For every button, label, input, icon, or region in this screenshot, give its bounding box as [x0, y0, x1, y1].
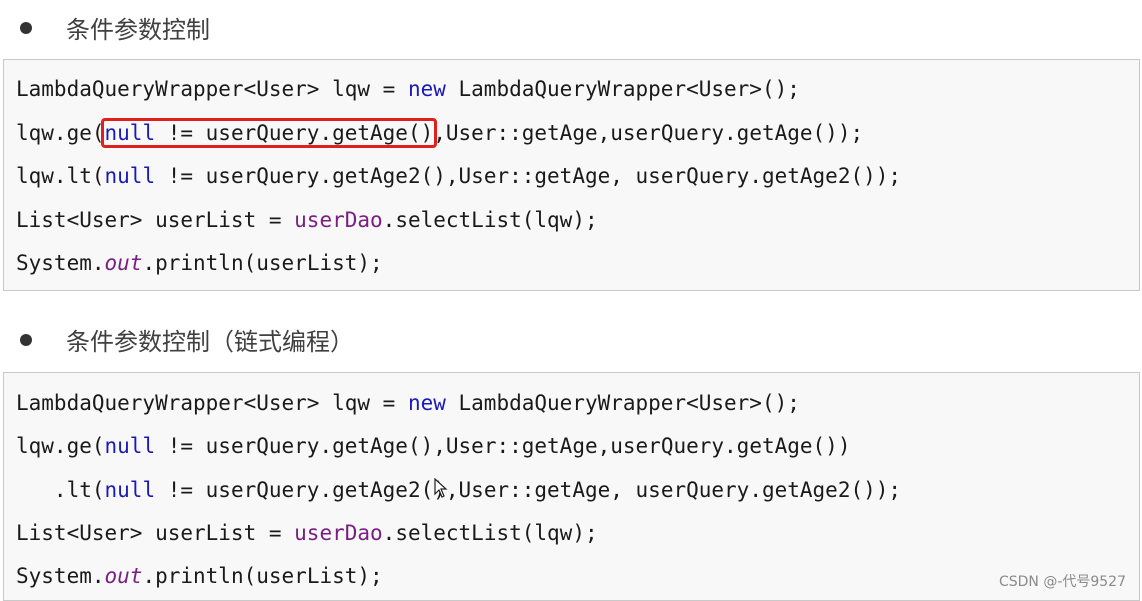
code-text: LambdaQueryWrapper<User>();	[445, 391, 800, 415]
highlight-box: null != userQuery.getAge()	[100, 118, 438, 148]
code-text: != userQuery.getAge2(),User::getAge, use…	[155, 478, 902, 502]
code-keyword: null	[104, 478, 156, 502]
code-text: ,User::getAge,userQuery.getAge());	[433, 121, 864, 145]
code-text: System.	[16, 251, 105, 275]
code-text: lqw.lt(	[16, 164, 105, 188]
code-static-field: out	[104, 564, 143, 588]
code-text: LambdaQueryWrapper<User> lqw =	[16, 391, 408, 415]
section-heading-text-1: 条件参数控制	[66, 16, 210, 44]
code-line: lqw.ge(null != userQuery.getAge(),User::…	[16, 118, 864, 148]
code-text: != userQuery.getAge(),User::getAge,userQ…	[155, 434, 851, 458]
code-line: List<User> userList = userDao.selectList…	[16, 206, 598, 234]
code-text: List<User> userList =	[16, 208, 295, 232]
code-keyword: null	[104, 434, 156, 458]
mouse-cursor-icon	[434, 478, 448, 498]
bullet-icon	[20, 21, 32, 34]
code-text: List<User> userList =	[16, 521, 295, 545]
section-heading-text-2: 条件参数控制（链式编程）	[66, 328, 354, 356]
code-keyword: new	[407, 77, 446, 101]
code-text: .println(userList);	[142, 251, 383, 275]
code-keyword: null	[104, 121, 156, 145]
code-text: lqw.ge(	[16, 121, 105, 145]
section-heading-1: 条件参数控制	[18, 10, 210, 45]
code-block-2: LambdaQueryWrapper<User> lqw = new Lambd…	[3, 372, 1140, 601]
code-line: lqw.ge(null != userQuery.getAge(),User::…	[16, 432, 850, 460]
watermark: CSDN @-代号9527	[998, 574, 1126, 590]
code-text: .println(userList);	[142, 564, 383, 588]
code-line: .lt(null != userQuery.getAge2(),User::ge…	[16, 476, 901, 504]
code-text: .lt(	[16, 478, 105, 502]
code-field: userDao	[294, 208, 383, 232]
bullet-icon	[20, 333, 32, 346]
code-keyword: new	[407, 391, 446, 415]
code-text: .selectList(lqw);	[382, 208, 598, 232]
code-line: System.out.println(userList);	[16, 249, 383, 277]
code-line: List<User> userList = userDao.selectList…	[16, 519, 598, 547]
code-static-field: out	[104, 251, 143, 275]
code-block-1: LambdaQueryWrapper<User> lqw = new Lambd…	[3, 59, 1140, 291]
code-keyword: null	[104, 164, 156, 188]
code-line: lqw.lt(null != userQuery.getAge2(),User:…	[16, 162, 901, 190]
section-heading-2: 条件参数控制（链式编程）	[18, 322, 354, 357]
code-line: LambdaQueryWrapper<User> lqw = new Lambd…	[16, 389, 800, 417]
code-text: LambdaQueryWrapper<User>();	[445, 77, 800, 101]
code-field: userDao	[294, 521, 383, 545]
code-text: != userQuery.getAge()	[155, 121, 434, 145]
code-text: != userQuery.getAge2(),User::getAge, use…	[155, 164, 902, 188]
code-text: lqw.ge(	[16, 434, 105, 458]
code-text: .selectList(lqw);	[382, 521, 598, 545]
code-line: System.out.println(userList);	[16, 562, 383, 590]
code-line: LambdaQueryWrapper<User> lqw = new Lambd…	[16, 75, 800, 103]
code-text: System.	[16, 564, 105, 588]
code-text: LambdaQueryWrapper<User> lqw =	[16, 77, 408, 101]
